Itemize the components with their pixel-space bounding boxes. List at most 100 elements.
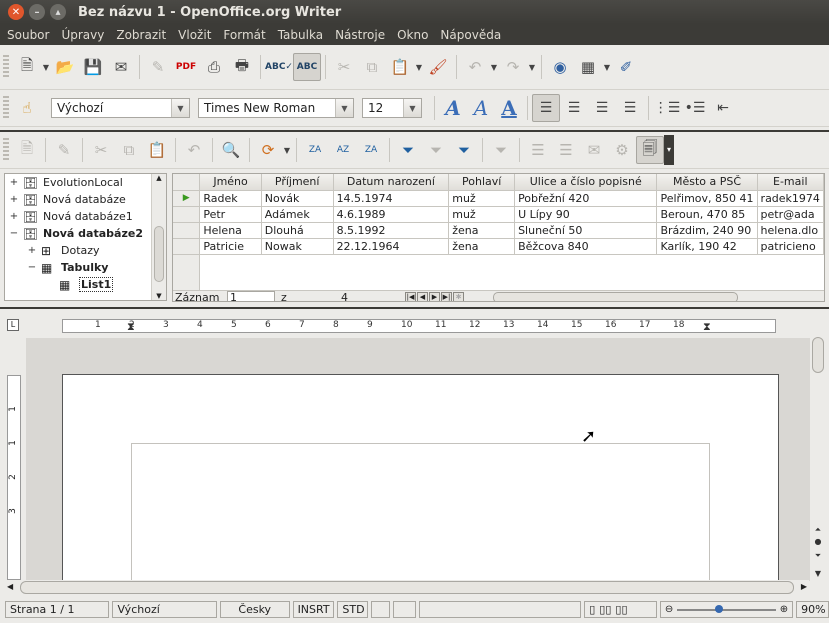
table-dropdown-icon[interactable]: ▼ bbox=[602, 63, 612, 72]
menu-napoveda[interactable]: Nápověda bbox=[434, 28, 507, 42]
insert-table-icon[interactable]: ▦ bbox=[574, 53, 602, 81]
tree-item[interactable]: + ⊞ Dotazy bbox=[5, 242, 166, 259]
menu-upravy[interactable]: Úpravy bbox=[55, 28, 110, 42]
zoom-thumb[interactable] bbox=[715, 604, 724, 613]
remove-filter-icon[interactable]: ⏷ bbox=[487, 136, 515, 164]
paste-icon[interactable]: 📋 bbox=[386, 53, 414, 81]
language[interactable]: Česky bbox=[219, 601, 290, 618]
table-row[interactable]: Petr Adámek 4.6.1989 muž U Lípy 90 Beroun, 47… bbox=[173, 206, 824, 223]
tree-item[interactable]: − 🗄 Nová databáze2 bbox=[5, 225, 166, 242]
row-header[interactable] bbox=[173, 222, 201, 239]
column-header[interactable]: Datum narození bbox=[333, 174, 450, 191]
collapse-icon[interactable]: − bbox=[27, 262, 37, 273]
sort-descending-icon[interactable]: ZA bbox=[357, 136, 385, 164]
table-cell[interactable]: 22.12.1964 bbox=[333, 238, 450, 255]
horizontal-scroll-thumb[interactable] bbox=[20, 581, 794, 594]
edit-data-icon[interactable]: ✎ bbox=[50, 136, 78, 164]
table-cell[interactable]: Nowak bbox=[261, 238, 334, 255]
collapse-icon[interactable]: − bbox=[9, 228, 19, 239]
table-row[interactable]: Helena Dlouhá 8.5.1992 žena Sluneční 50 Brázd… bbox=[173, 222, 824, 239]
tree-item[interactable]: ▦ List1 bbox=[5, 276, 166, 293]
open-folder-icon[interactable]: 📂 bbox=[51, 53, 79, 81]
undo-icon[interactable]: ↶ bbox=[180, 136, 208, 164]
table-cell[interactable]: žena bbox=[448, 238, 516, 255]
record-number-field[interactable]: 1 bbox=[227, 290, 275, 301]
column-header[interactable]: Ulice a číslo popisné bbox=[514, 174, 658, 191]
export-pdf-icon[interactable]: PDF bbox=[172, 53, 200, 81]
decrease-indent-icon[interactable]: ⇤ bbox=[709, 94, 737, 122]
email-icon[interactable]: ✉ bbox=[107, 53, 135, 81]
explorer-toggle-icon[interactable]: 🗐 bbox=[636, 136, 664, 164]
column-header[interactable]: Pohlaví bbox=[448, 174, 516, 191]
redo-dropdown-icon[interactable]: ▼ bbox=[527, 63, 537, 72]
table-cell[interactable]: Patricie bbox=[199, 238, 262, 255]
paste-icon[interactable]: 📋 bbox=[143, 136, 171, 164]
align-left-icon[interactable]: ☰ bbox=[532, 94, 560, 122]
table-cell[interactable]: U Lípy 90 bbox=[514, 206, 658, 223]
find-record-icon[interactable]: 🔍 bbox=[217, 136, 245, 164]
tree-item[interactable]: + 🗄 Nová databáze bbox=[5, 191, 166, 208]
apply-filter-icon[interactable]: ⏷ bbox=[422, 136, 450, 164]
save-record-icon[interactable]: 🗎 bbox=[13, 136, 41, 164]
row-header[interactable] bbox=[173, 206, 201, 223]
align-center-icon[interactable]: ☰ bbox=[560, 94, 588, 122]
paste-dropdown-icon[interactable]: ▼ bbox=[414, 63, 424, 72]
tree-item[interactable]: + 🗄 EvolutionLocal bbox=[5, 174, 166, 191]
tree-item[interactable]: − ▦ Tabulky bbox=[5, 259, 166, 276]
scroll-up-icon[interactable]: ▲ bbox=[152, 174, 166, 182]
tree-item[interactable]: + 🗄 Nová databáze1 bbox=[5, 208, 166, 225]
styles-formatting-icon[interactable]: ☝ bbox=[13, 94, 41, 122]
zoom-value[interactable]: 90% bbox=[796, 601, 829, 618]
tab-type-selector[interactable]: L bbox=[7, 319, 19, 331]
table-cell[interactable]: muž bbox=[448, 190, 516, 207]
expand-icon[interactable]: + bbox=[9, 211, 19, 222]
numbering-icon[interactable]: ⋮☰ bbox=[653, 94, 681, 122]
zoom-slider[interactable]: ⊖ ⊕ bbox=[659, 601, 794, 618]
toolbar-grip[interactable] bbox=[3, 96, 9, 120]
menu-vlozit[interactable]: Vložit bbox=[172, 28, 217, 42]
menu-nastroje[interactable]: Nástroje bbox=[329, 28, 391, 42]
horizontal-ruler[interactable]: ⧗ ⧗ 1 2 3 4 5 6 7 8 9 10 11 12 13 14 15 16 17 18 bbox=[62, 319, 776, 333]
window-maximize-button[interactable]: ▴ bbox=[50, 4, 66, 20]
multi-page-view-icon[interactable]: ▯▯ bbox=[599, 602, 611, 617]
column-header[interactable]: Příjmení bbox=[261, 174, 334, 191]
bold-icon[interactable]: A bbox=[439, 94, 467, 122]
tree-scroll-thumb[interactable] bbox=[154, 226, 164, 282]
last-record-icon[interactable]: ▶| bbox=[441, 291, 452, 301]
table-cell[interactable]: muž bbox=[448, 206, 516, 223]
column-header[interactable]: Jméno bbox=[199, 174, 262, 191]
menu-okno[interactable]: Okno bbox=[391, 28, 434, 42]
cut-icon[interactable]: ✂ bbox=[87, 136, 115, 164]
previous-record-icon[interactable]: ◀ bbox=[417, 291, 428, 301]
table-cell[interactable]: Radek bbox=[199, 190, 262, 207]
next-page-icon[interactable]: ⏷ bbox=[812, 550, 824, 562]
table-cell[interactable]: 8.5.1992 bbox=[333, 222, 450, 239]
table-cell[interactable]: 4.6.1989 bbox=[333, 206, 450, 223]
spellcheck-icon[interactable]: ABC✓ bbox=[265, 53, 293, 81]
page-count[interactable]: Strana 1 / 1 bbox=[5, 601, 110, 618]
expand-icon[interactable]: + bbox=[27, 245, 37, 256]
vertical-ruler[interactable]: 1 1 2 3 bbox=[7, 375, 21, 580]
menu-tabulka[interactable]: Tabulka bbox=[272, 28, 329, 42]
justify-icon[interactable]: ☰ bbox=[616, 94, 644, 122]
bullets-icon[interactable]: •☰ bbox=[681, 94, 709, 122]
autospellcheck-icon[interactable]: ABC bbox=[293, 53, 321, 81]
table-cell[interactable]: Beroun, 470 85 bbox=[656, 206, 758, 223]
current-record-icon[interactable]: ▶ bbox=[173, 190, 201, 207]
chevron-down-icon[interactable]: ▼ bbox=[171, 99, 189, 117]
autofilter-icon[interactable]: ⏷ bbox=[394, 136, 422, 164]
table-cell[interactable]: radek1974 bbox=[757, 190, 824, 207]
new-record-icon[interactable]: ✱ bbox=[453, 291, 464, 301]
data-source-current-icon[interactable]: ⚙ bbox=[608, 136, 636, 164]
table-cell[interactable]: žena bbox=[448, 222, 516, 239]
table-cell[interactable]: Sluneční 50 bbox=[514, 222, 658, 239]
column-header[interactable]: Město a PSČ bbox=[656, 174, 758, 191]
page-style[interactable]: Výchozí bbox=[112, 601, 217, 618]
new-dropdown-icon[interactable]: ▼ bbox=[41, 63, 51, 72]
chevron-down-icon[interactable]: ▼ bbox=[335, 99, 353, 117]
menu-format[interactable]: Formát bbox=[217, 28, 271, 42]
table-cell[interactable]: Pobřežní 420 bbox=[514, 190, 658, 207]
first-record-icon[interactable]: |◀ bbox=[405, 291, 416, 301]
scroll-down-icon[interactable]: ▼ bbox=[812, 567, 824, 579]
window-close-button[interactable]: ✕ bbox=[8, 4, 24, 20]
